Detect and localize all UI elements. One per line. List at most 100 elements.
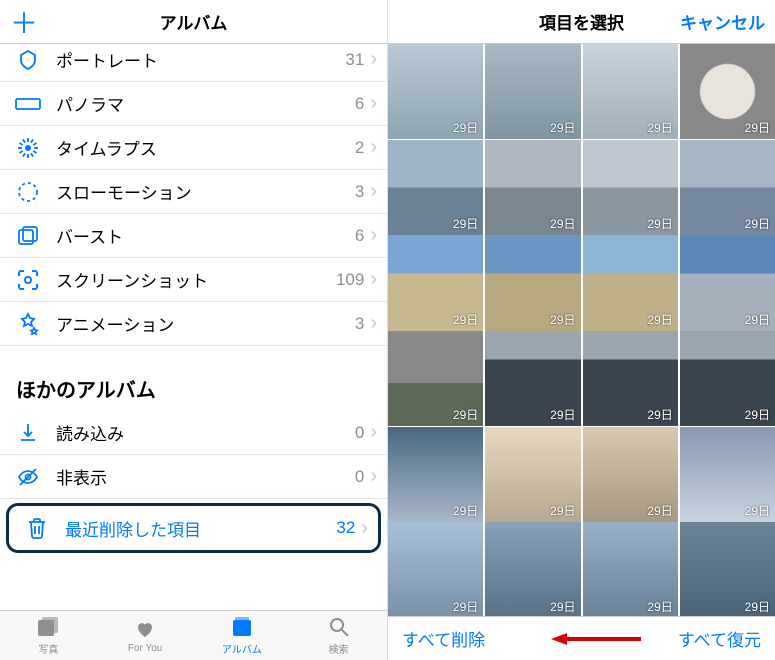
albums-icon (230, 615, 254, 639)
photo-thumb[interactable]: 29日 (583, 331, 678, 426)
album-row-timelapse[interactable]: タイムラプス 2› (0, 126, 387, 170)
days-remaining-badge: 29日 (453, 406, 478, 423)
photo-thumb[interactable]: 29日 (583, 427, 678, 522)
photo-thumb[interactable]: 29日 (680, 331, 775, 426)
photo-thumb[interactable]: 29日 (388, 140, 483, 235)
tab-albums[interactable]: アルバム (194, 611, 291, 660)
album-count: 6 (355, 226, 364, 246)
album-label: 非表示 (56, 464, 355, 489)
tab-label: For You (128, 643, 162, 654)
photo-thumb[interactable]: 29日 (388, 331, 483, 426)
photos-icon (36, 615, 60, 639)
album-label: 最近削除した項目 (65, 516, 336, 541)
album-label: スローモーション (56, 179, 355, 204)
album-row-import[interactable]: 読み込み 0› (0, 411, 387, 455)
album-count: 3 (355, 314, 364, 334)
album-count: 31 (345, 50, 364, 70)
album-count: 32 (336, 518, 355, 538)
albums-list[interactable]: ポートレート 31› パノラマ 6› タイムラプス 2› スローモーション 3›… (0, 44, 387, 610)
album-row-slomo[interactable]: スローモーション 3› (0, 170, 387, 214)
days-remaining-badge: 29日 (647, 119, 672, 136)
chevron-right-icon: › (370, 465, 377, 488)
recently-deleted-highlight: 最近削除した項目 32 › (6, 503, 381, 553)
album-label: アニメーション (56, 311, 355, 336)
album-count: 3 (355, 182, 364, 202)
burst-icon (14, 222, 42, 250)
album-row-animation[interactable]: アニメーション 3› (0, 302, 387, 346)
days-remaining-badge: 29日 (745, 502, 770, 519)
other-albums-header: ほかのアルバム (0, 346, 387, 411)
album-row-burst[interactable]: バースト 6› (0, 214, 387, 258)
screenshot-icon (14, 266, 42, 294)
album-row-hidden[interactable]: 非表示 0 › (0, 455, 387, 499)
photo-thumb[interactable]: 29日 (485, 235, 580, 330)
photo-thumb[interactable]: 29日 (680, 140, 775, 235)
cancel-button[interactable]: キャンセル (680, 9, 765, 34)
chevron-right-icon: › (370, 48, 377, 71)
delete-all-button[interactable]: すべて削除 (402, 626, 485, 651)
days-remaining-badge: 29日 (647, 502, 672, 519)
photo-thumb[interactable]: 29日 (583, 140, 678, 235)
days-remaining-badge: 29日 (745, 311, 770, 328)
photo-thumb[interactable]: 29日 (583, 522, 678, 616)
days-remaining-badge: 29日 (550, 311, 575, 328)
select-pane: 項目を選択 キャンセル 29日 29日 29日 29日 29日 29日 29日 … (388, 0, 775, 660)
days-remaining-badge: 29日 (745, 215, 770, 232)
chevron-right-icon: › (370, 268, 377, 291)
album-row-trash[interactable]: 最近削除した項目 32 › (9, 506, 378, 550)
album-count: 0 (355, 467, 364, 487)
photo-thumb[interactable]: 29日 (680, 522, 775, 616)
album-label: バースト (56, 223, 355, 248)
select-header: 項目を選択 キャンセル (388, 0, 775, 44)
restore-all-button[interactable]: すべて復元 (678, 626, 761, 651)
days-remaining-badge: 29日 (647, 215, 672, 232)
days-remaining-badge: 29日 (453, 502, 478, 519)
photo-thumb[interactable]: 29日 (485, 140, 580, 235)
photo-thumb[interactable]: 29日 (680, 427, 775, 522)
album-row-panorama[interactable]: パノラマ 6› (0, 82, 387, 126)
photo-thumb[interactable]: 29日 (680, 44, 775, 139)
album-label: パノラマ (56, 91, 355, 116)
add-album-button[interactable]: ＋ (10, 2, 40, 42)
album-row-portrait[interactable]: ポートレート 31 › (0, 44, 387, 82)
photo-thumb[interactable]: 29日 (485, 331, 580, 426)
days-remaining-badge: 29日 (550, 598, 575, 615)
arrow-annotation (551, 631, 641, 647)
trash-icon (23, 514, 51, 542)
photo-thumb[interactable]: 29日 (388, 427, 483, 522)
days-remaining-badge: 29日 (453, 311, 478, 328)
animation-icon (14, 310, 42, 338)
days-remaining-badge: 29日 (453, 215, 478, 232)
slomo-icon (14, 178, 42, 206)
tab-label: 検索 (329, 641, 349, 656)
photo-thumb[interactable]: 29日 (485, 427, 580, 522)
album-label: タイムラプス (56, 135, 355, 160)
tab-label: アルバム (222, 641, 262, 656)
photo-thumb[interactable]: 29日 (583, 235, 678, 330)
days-remaining-badge: 29日 (453, 598, 478, 615)
photo-thumb[interactable]: 29日 (388, 235, 483, 330)
photo-thumb[interactable]: 29日 (388, 522, 483, 616)
photo-thumb[interactable]: 29日 (485, 522, 580, 616)
tab-foryou[interactable]: For You (97, 611, 194, 660)
days-remaining-badge: 29日 (745, 406, 770, 423)
photo-thumb[interactable]: 29日 (485, 44, 580, 139)
photo-thumb[interactable]: 29日 (388, 44, 483, 139)
album-count: 2 (355, 138, 364, 158)
photo-thumb[interactable]: 29日 (680, 235, 775, 330)
album-label: 読み込み (56, 420, 355, 445)
chevron-right-icon: › (370, 92, 377, 115)
days-remaining-badge: 29日 (550, 215, 575, 232)
album-label: ポートレート (56, 47, 345, 72)
days-remaining-badge: 29日 (647, 598, 672, 615)
album-row-screenshot[interactable]: スクリーンショット 109› (0, 258, 387, 302)
days-remaining-badge: 29日 (550, 502, 575, 519)
tab-photos[interactable]: 写真 (0, 611, 97, 660)
photo-grid[interactable]: 29日 29日 29日 29日 29日 29日 29日 29日 29日 29日 … (388, 44, 775, 616)
days-remaining-badge: 29日 (647, 311, 672, 328)
photo-thumb[interactable]: 29日 (583, 44, 678, 139)
panorama-icon (14, 90, 42, 118)
hidden-icon (14, 463, 42, 491)
chevron-right-icon: › (361, 517, 368, 540)
tab-search[interactable]: 検索 (290, 611, 387, 660)
